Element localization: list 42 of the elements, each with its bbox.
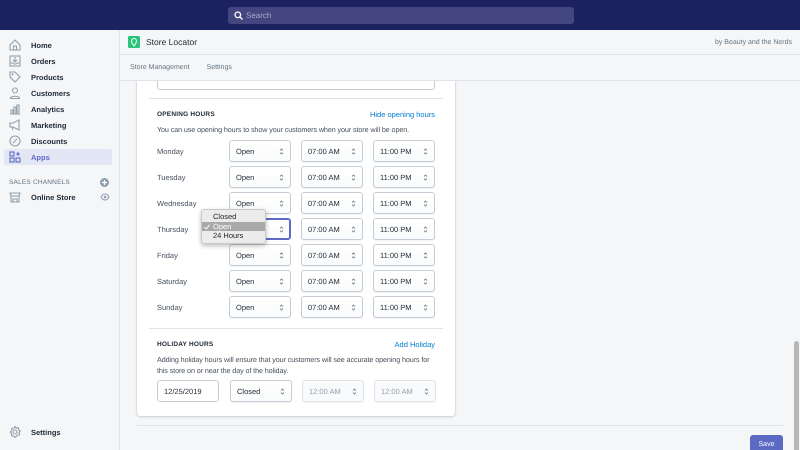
- caret-icon: [351, 252, 356, 258]
- search-field[interactable]: Search: [228, 6, 574, 24]
- add-icon[interactable]: [100, 178, 109, 186]
- input-field[interactable]: [157, 81, 435, 90]
- apps-icon: [8, 150, 22, 164]
- caret-icon: [279, 200, 284, 206]
- caret-icon: [280, 388, 285, 394]
- scrollbar[interactable]: [794, 341, 799, 450]
- caret-icon: [279, 278, 284, 284]
- caret-icon: [351, 278, 356, 284]
- caret-icon: [279, 304, 284, 310]
- inbox-icon: [8, 54, 22, 68]
- gear-icon: [8, 425, 22, 439]
- app-title: Store Locator: [146, 37, 198, 47]
- caret-icon: [279, 148, 284, 154]
- caret-icon: [352, 388, 357, 394]
- home-icon: [8, 38, 22, 52]
- caret-icon: [423, 252, 428, 258]
- caret-icon: [423, 226, 428, 232]
- caret-icon: [279, 226, 284, 232]
- check-icon: [204, 224, 210, 230]
- tag-icon: [8, 70, 22, 84]
- map-pin-icon: [128, 36, 140, 48]
- caret-icon: [423, 278, 428, 284]
- caret-icon: [351, 174, 356, 180]
- store-icon: [8, 190, 22, 204]
- eye-icon: [100, 193, 110, 201]
- megaphone-icon: [8, 118, 22, 132]
- bar-chart-icon: [8, 102, 22, 116]
- caret-icon: [423, 200, 428, 206]
- caret-icon: [423, 304, 428, 310]
- caret-icon: [351, 226, 356, 232]
- caret-icon: [351, 148, 356, 154]
- caret-icon: [351, 304, 356, 310]
- caret-icon: [424, 388, 429, 394]
- caret-icon: [423, 148, 428, 154]
- caret-icon: [279, 252, 284, 258]
- caret-icon: [279, 174, 284, 180]
- caret-icon: [423, 174, 428, 180]
- discount-icon: [8, 134, 22, 148]
- caret-icon: [351, 200, 356, 206]
- person-icon: [8, 86, 22, 100]
